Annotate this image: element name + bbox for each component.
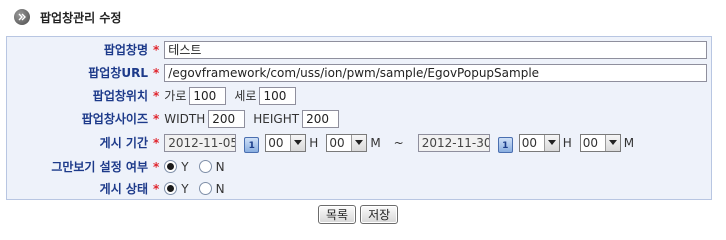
vertical-input[interactable]: 100 [259, 86, 297, 105]
chevron-down-icon [543, 134, 559, 151]
post-status-option-y: Y [181, 181, 189, 196]
popup-size-label: 팝업창사이즈 [81, 112, 148, 126]
start-hour-value: 00 [268, 135, 284, 150]
start-date-input[interactable]: 2012-11-05 [164, 133, 237, 152]
required-mark: * [153, 135, 160, 150]
required-mark: * [153, 88, 160, 103]
row-popup-size: 팝업창사이즈 * WIDTH 200 HEIGHT 200 [7, 107, 711, 130]
minute-unit: M [370, 135, 381, 150]
action-buttons: 목록 저장 [318, 205, 399, 224]
end-minute-select[interactable]: 00 [579, 133, 621, 152]
end-hour-value: 00 [521, 135, 538, 150]
popup-url-input[interactable]: /egovframework/com/uss/ion/pwm/sample/Eg… [164, 63, 708, 82]
stop-view-radio-n[interactable] [198, 160, 212, 173]
row-post-status: 게시 상태 * Y N [7, 177, 711, 200]
popup-name-label: 팝업창명 [103, 43, 148, 57]
horizontal-input[interactable]: 100 [189, 86, 227, 105]
start-minute-select[interactable]: 00 [326, 133, 368, 152]
chevron-down-icon [290, 134, 306, 151]
end-date-input[interactable]: 2012-11-30 [417, 133, 490, 152]
start-minute-value: 00 [329, 135, 345, 150]
row-popup-name: 팝업창명 * 테스트 [7, 38, 711, 61]
chevron-down-icon [604, 134, 620, 151]
popup-position-label: 팝업창위치 [92, 89, 148, 103]
width-input[interactable]: 200 [208, 109, 246, 128]
list-button[interactable]: 목록 [318, 205, 357, 224]
required-mark: * [153, 159, 160, 174]
post-period-label: 게시 기간 [99, 136, 148, 150]
chevron-down-icon [351, 134, 367, 151]
row-popup-position: 팝업창위치 * 가로 100 세로 100 [7, 84, 711, 107]
height-label: HEIGHT [253, 111, 300, 126]
hour-unit: H [309, 135, 319, 150]
post-status-option-n: N [215, 181, 225, 196]
edit-form: 팝업창명 * 테스트 팝업창URL * /egovframework/com/u… [6, 36, 712, 200]
post-status-radio-y[interactable] [164, 182, 178, 195]
chevron-right-circle-icon [14, 9, 30, 25]
page-title: 팝업창관리 수정 [40, 10, 122, 25]
post-status-radio-n[interactable] [198, 182, 212, 195]
required-mark: * [153, 111, 160, 126]
width-label: WIDTH [164, 111, 206, 126]
minute-unit: M [623, 135, 635, 150]
stop-view-option-y: Y [181, 159, 189, 174]
row-popup-url: 팝업창URL * /egovframework/com/uss/ion/pwm/… [7, 61, 711, 84]
save-button[interactable]: 저장 [360, 205, 399, 224]
required-mark: * [153, 65, 160, 80]
required-mark: * [153, 181, 160, 196]
end-hour-select[interactable]: 00 [518, 133, 560, 152]
hour-unit: H [562, 135, 572, 150]
post-status-label: 게시 상태 [99, 182, 148, 196]
page-header: 팝업창관리 수정 [14, 7, 121, 27]
stop-view-radio-y[interactable] [164, 160, 178, 173]
stop-view-option-n: N [215, 159, 225, 174]
start-hour-select[interactable]: 00 [265, 133, 307, 152]
row-post-period: 게시 기간 * 2012-11-05 1 00 H 00 M ~ 2012-11… [7, 130, 711, 155]
height-input[interactable]: 200 [302, 109, 340, 128]
horizontal-label: 가로 [164, 89, 187, 103]
popup-url-label: 팝업창URL [88, 66, 148, 80]
popup-name-input[interactable]: 테스트 [164, 40, 708, 59]
required-mark: * [153, 42, 160, 57]
calendar-icon[interactable]: 1 [244, 136, 260, 153]
vertical-label: 세로 [234, 89, 257, 103]
row-stop-view: 그만보기 설정 여부 * Y N [7, 155, 711, 178]
calendar-icon[interactable]: 1 [497, 136, 513, 153]
stop-view-label: 그만보기 설정 여부 [51, 160, 148, 174]
end-minute-value: 00 [582, 135, 599, 150]
date-separator: ~ [393, 135, 404, 150]
